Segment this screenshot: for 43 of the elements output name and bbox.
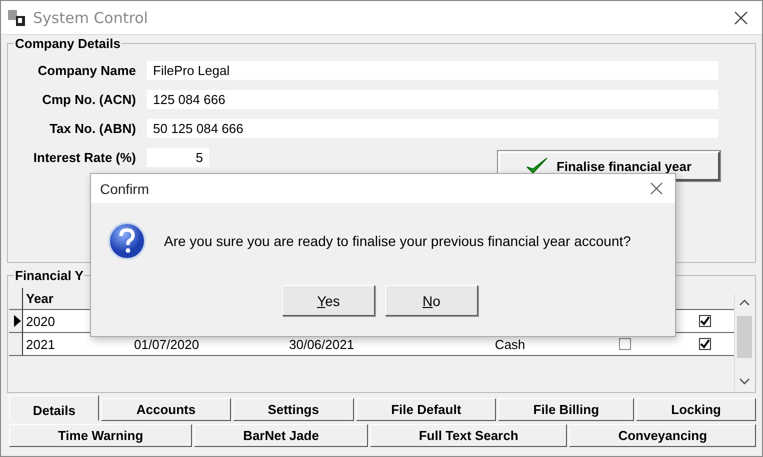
tab[interactable]: File Default xyxy=(356,398,496,421)
tab[interactable]: File Billing xyxy=(498,398,634,421)
close-icon[interactable] xyxy=(734,10,748,24)
tab[interactable]: Time Warning xyxy=(9,424,192,447)
input-field[interactable]: 125 084 666 xyxy=(147,90,718,109)
field-label: Interest Rate (%) xyxy=(32,150,136,165)
row-indicator[interactable] xyxy=(9,310,23,333)
current-row-icon xyxy=(14,315,20,327)
group-title: Financial Y xyxy=(14,268,84,283)
question-icon xyxy=(107,221,147,261)
table-cell: 01/07/2020 xyxy=(134,336,200,352)
no-button[interactable]: No xyxy=(385,285,478,316)
input-field[interactable]: 5 xyxy=(147,148,209,167)
dialog-message: Are you sure you are ready to finalise your previous financial year account? xyxy=(164,233,631,249)
table-cell: 2020 xyxy=(26,314,55,328)
field-label: Cmp No. (ACN) xyxy=(41,92,136,107)
row-indicator[interactable] xyxy=(9,333,23,356)
close-icon[interactable] xyxy=(650,182,663,195)
tab[interactable]: Accounts xyxy=(101,398,231,421)
checkbox[interactable] xyxy=(698,338,710,350)
app-logo-icon xyxy=(7,8,27,28)
table-cell: 30/06/2021 xyxy=(289,336,354,352)
tab[interactable]: Conveyancing xyxy=(569,424,756,447)
scroll-up-icon[interactable] xyxy=(739,299,750,306)
dialog-title: Confirm xyxy=(100,180,150,196)
tab[interactable]: Details xyxy=(9,395,100,421)
yes-button[interactable]: Yes xyxy=(282,285,375,316)
field-label: Company Name xyxy=(36,63,136,78)
scrollbar[interactable] xyxy=(734,294,754,391)
checkbox[interactable] xyxy=(698,315,710,327)
checkbox[interactable] xyxy=(619,338,631,350)
window-title: System Control xyxy=(33,8,149,26)
tab[interactable]: Settings xyxy=(232,398,354,421)
input-field[interactable]: FilePro Legal xyxy=(147,61,718,80)
input-field[interactable]: 50 125 084 666 xyxy=(147,119,718,138)
group-title: Company Details xyxy=(14,36,122,51)
scroll-down-icon[interactable] xyxy=(739,378,750,385)
field-label: Tax No. (ABN) xyxy=(48,121,136,136)
tab[interactable]: Locking xyxy=(636,398,756,421)
tab[interactable]: Full Text Search xyxy=(370,424,568,447)
table-cell: Cash xyxy=(494,336,526,352)
table-cell: 2021 xyxy=(26,336,55,352)
tab[interactable]: BarNet Jade xyxy=(194,424,368,447)
